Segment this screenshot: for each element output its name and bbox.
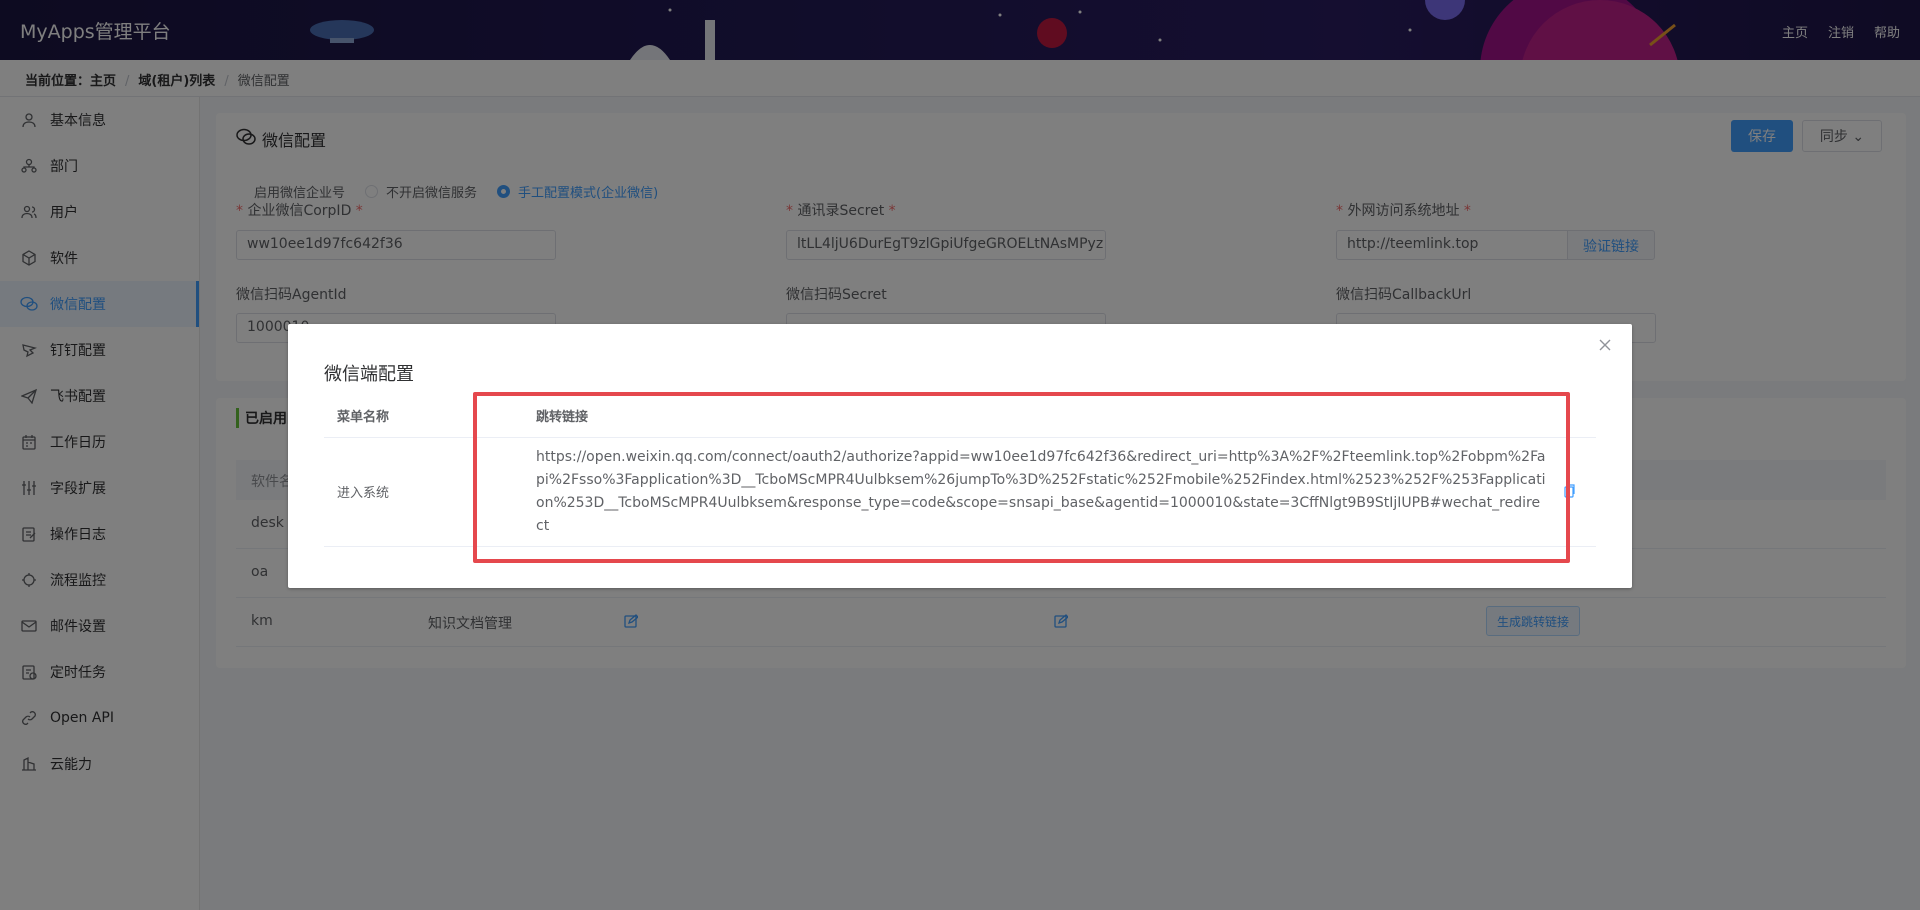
- redirect-link-cell[interactable]: https://open.weixin.qq.com/connect/oauth…: [536, 446, 1546, 538]
- table-header: 菜单名称 跳转链接: [324, 392, 1596, 438]
- menu-name-cell: 进入系统: [337, 486, 390, 501]
- table-row: 进入系统 https://open.weixin.qq.com/connect/…: [324, 438, 1596, 547]
- column-menu-name: 菜单名称: [337, 410, 390, 425]
- copy-icon[interactable]: [1564, 484, 1578, 498]
- column-redirect-link: 跳转链接: [536, 410, 589, 425]
- close-icon[interactable]: [1598, 338, 1614, 354]
- dialog-title: 微信端配置: [324, 364, 414, 385]
- wechat-client-config-dialog: 微信端配置 菜单名称 跳转链接 进入系统 https://open.weixin…: [288, 324, 1632, 588]
